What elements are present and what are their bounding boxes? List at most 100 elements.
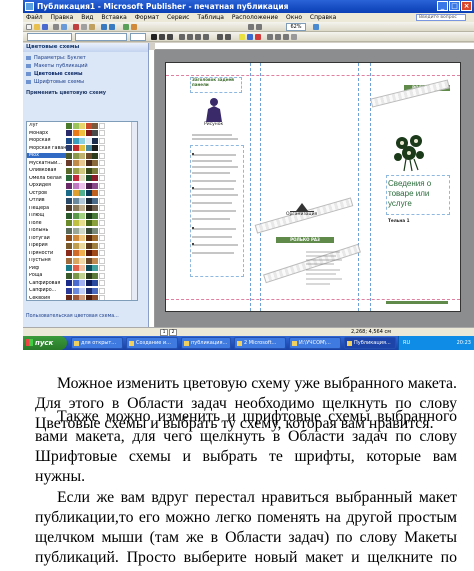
menu-view[interactable]: Вид xyxy=(81,14,93,21)
scheme-list-scrollbar[interactable] xyxy=(131,122,137,300)
start-button[interactable]: пуск xyxy=(23,336,67,350)
fill-color-icon[interactable] xyxy=(239,34,245,40)
font-color-icon[interactable] xyxy=(255,34,261,40)
color-scheme-list[interactable]: Луг Монарх Морская Морская гавань Мох Мускатн… xyxy=(26,121,138,301)
language-indicator[interactable]: RU xyxy=(403,336,410,350)
color-swatch xyxy=(92,272,98,279)
menu-window[interactable]: Окно xyxy=(286,14,302,21)
menu-table[interactable]: Таблица xyxy=(197,14,224,21)
style-select[interactable] xyxy=(27,33,72,41)
color-swatch xyxy=(79,250,85,257)
save-icon[interactable] xyxy=(42,24,48,30)
underline-icon[interactable] xyxy=(167,34,173,40)
color-scheme-item[interactable]: Остров xyxy=(27,190,137,198)
insert-table-icon[interactable] xyxy=(123,24,129,30)
numbering-icon[interactable] xyxy=(217,34,223,40)
maximize-button[interactable]: □ xyxy=(449,1,460,11)
taskbar-button[interactable]: 2 Microsoft... xyxy=(234,337,286,349)
redo-icon[interactable] xyxy=(109,24,115,30)
print-icon[interactable] xyxy=(53,24,59,30)
line-color-icon[interactable] xyxy=(247,34,253,40)
bullets-icon[interactable] xyxy=(225,34,231,40)
font-schemes-link[interactable]: Шрифтовые схемы xyxy=(26,78,145,86)
align-right-icon[interactable] xyxy=(195,34,201,40)
dash-style-icon[interactable] xyxy=(275,34,281,40)
color-scheme-item[interactable]: Плющ xyxy=(27,212,137,220)
close-button[interactable]: × xyxy=(461,1,472,11)
color-scheme-item[interactable]: Пещера xyxy=(27,205,137,213)
color-scheme-item[interactable]: Морская гавань xyxy=(27,145,137,153)
color-scheme-item[interactable]: Роща xyxy=(27,272,137,280)
justify-icon[interactable] xyxy=(203,34,209,40)
zoom-select[interactable]: 62% xyxy=(286,23,306,31)
color-swatch xyxy=(72,205,79,212)
color-scheme-item[interactable]: Пряности xyxy=(27,250,137,258)
color-scheme-item[interactable]: Секвойя xyxy=(27,295,137,300)
menu-tools[interactable]: Сервис xyxy=(167,14,189,21)
color-scheme-item[interactable]: Сапфировая xyxy=(27,280,137,288)
italic-icon[interactable] xyxy=(159,34,165,40)
color-schemes-link[interactable]: Цветовые схемы xyxy=(26,70,145,78)
publication-options-link[interactable]: Параметры: Буклет xyxy=(26,54,145,62)
color-scheme-item[interactable]: Орхидея xyxy=(27,182,137,190)
line-style-icon[interactable] xyxy=(267,34,273,40)
taskbar-button[interactable]: публикация... xyxy=(181,337,231,349)
color-scheme-item[interactable]: Морская xyxy=(27,137,137,145)
custom-color-scheme-link[interactable]: Пользовательская цветовая схема... xyxy=(26,314,119,319)
color-swatch xyxy=(92,287,98,294)
copy-icon[interactable] xyxy=(81,24,87,30)
color-scheme-item[interactable]: Поле xyxy=(27,220,137,228)
publication-designs-link[interactable]: Макеты публикаций xyxy=(26,62,145,70)
menu-help[interactable]: Справка xyxy=(310,14,336,21)
color-scheme-item[interactable]: Мох xyxy=(27,152,137,160)
open-icon[interactable] xyxy=(34,24,40,30)
paste-icon[interactable] xyxy=(89,24,95,30)
color-scheme-item[interactable]: Луг xyxy=(27,122,137,130)
shadow-icon[interactable] xyxy=(291,34,297,40)
color-scheme-item[interactable]: Оливковая xyxy=(27,167,137,175)
color-scheme-item[interactable]: Пустыня xyxy=(27,257,137,265)
color-scheme-name: Риф xyxy=(29,265,40,271)
color-scheme-item[interactable]: Потугай xyxy=(27,235,137,243)
menu-arrange[interactable]: Расположение xyxy=(232,14,278,21)
color-swatch xyxy=(98,205,105,212)
taskbar-button[interactable]: для открыт... xyxy=(71,337,123,349)
color-scheme-item[interactable]: Монарх xyxy=(27,130,137,138)
menu-file[interactable]: Файл xyxy=(26,14,43,21)
insert-picture-icon[interactable] xyxy=(131,24,137,30)
help-search-input[interactable]: Введите вопрос xyxy=(416,14,466,21)
arrow-style-icon[interactable] xyxy=(283,34,289,40)
preview-icon[interactable] xyxy=(61,24,67,30)
color-scheme-item[interactable]: Омела белая xyxy=(27,175,137,183)
color-scheme-item[interactable]: Прерия xyxy=(27,242,137,250)
color-scheme-item[interactable]: Сапфиро... xyxy=(27,287,137,295)
bold-icon[interactable] xyxy=(151,34,157,40)
undo-icon[interactable] xyxy=(101,24,107,30)
taskbar-button-active[interactable]: Публикация... xyxy=(344,337,396,349)
taskbar-button[interactable]: Создание и... xyxy=(126,337,178,349)
color-swatch xyxy=(79,212,85,219)
page-2-button[interactable]: 2 xyxy=(169,329,177,336)
page-1-button[interactable]: 1 xyxy=(160,329,168,336)
paragraph-font-schemes: Также можно изменить и шрифтовые схемы в… xyxy=(35,408,457,485)
taskbar-button[interactable]: И:\УЧСОМ\... xyxy=(289,337,341,349)
color-scheme-item[interactable]: Отлив xyxy=(27,197,137,205)
zoom-out-icon[interactable] xyxy=(248,24,254,30)
brochure-page[interactable]: Заголовок задней панели Рисунок Организа… xyxy=(165,62,461,312)
color-scheme-item[interactable]: Риф xyxy=(27,265,137,273)
cut-icon[interactable] xyxy=(73,24,79,30)
new-icon[interactable] xyxy=(26,24,32,30)
align-center-icon[interactable] xyxy=(187,34,193,40)
help-icon[interactable] xyxy=(313,24,319,30)
menu-edit[interactable]: Правка xyxy=(51,14,74,21)
minimize-button[interactable]: _ xyxy=(437,1,448,11)
menu-insert[interactable]: Вставка xyxy=(101,14,126,21)
color-scheme-item[interactable]: Мускатный... xyxy=(27,160,137,168)
color-swatch xyxy=(66,250,72,257)
zoom-in-icon[interactable] xyxy=(256,24,262,30)
font-size-select[interactable] xyxy=(130,33,146,41)
color-scheme-item[interactable]: Полынь xyxy=(27,227,137,235)
menu-format[interactable]: Формат xyxy=(135,14,159,21)
align-left-icon[interactable] xyxy=(179,34,185,40)
font-select[interactable] xyxy=(75,33,127,41)
